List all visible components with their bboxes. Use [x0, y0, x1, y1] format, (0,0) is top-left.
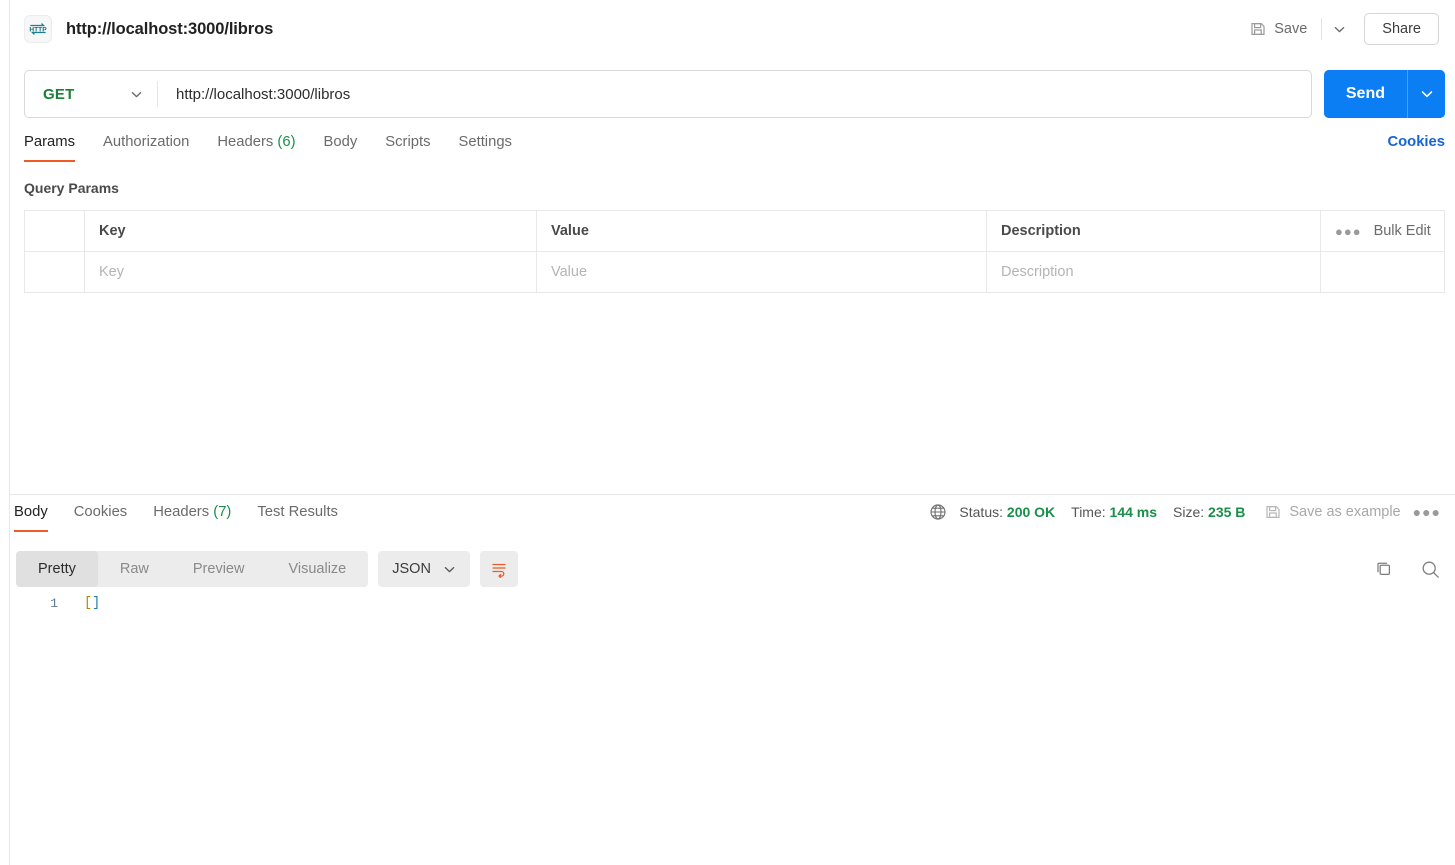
language-chevron-down-icon [443, 563, 456, 576]
table-actions-cell: ●●● Bulk Edit [1321, 211, 1444, 251]
response-tab-body[interactable]: Body [14, 502, 48, 532]
response-ellipsis-icon[interactable]: ●●● [1413, 505, 1441, 519]
column-header-description: Description [987, 211, 1321, 251]
json-open-bracket: [ [84, 596, 93, 611]
response-tab-headers-label: Headers [153, 504, 210, 520]
size-badge: Size: 235 B [1173, 504, 1245, 520]
view-visualize-button[interactable]: Visualize [266, 551, 368, 587]
size-value: 235 B [1208, 504, 1246, 520]
tab-authorization-label: Authorization [102, 134, 190, 150]
response-language-select[interactable]: JSON [378, 551, 470, 587]
tab-authorization[interactable]: Authorization [103, 132, 189, 162]
save-as-example-label: Save as example [1289, 504, 1401, 520]
http-method-label: GET [43, 85, 75, 103]
row-checkbox-cell[interactable] [25, 252, 85, 292]
url-bar-row: GET Send [24, 70, 1445, 118]
response-tab-body-label: Body [14, 504, 48, 520]
tab-params[interactable]: Params [24, 132, 75, 162]
response-view-segmented-control: Pretty Raw Preview Visualize [16, 551, 369, 587]
request-header-bar: HTTP http://localhost:3000/libros Save S… [10, 0, 1455, 58]
status-value: 200 OK [1006, 504, 1056, 520]
code-line: 1 [] [10, 592, 1455, 616]
request-title[interactable]: http://localhost:3000/libros [66, 20, 273, 39]
response-tab-test-results[interactable]: Test Results [257, 502, 338, 532]
http-method-select[interactable]: GET [25, 71, 157, 117]
ellipsis-icon[interactable]: ●●● [1335, 225, 1362, 238]
column-header-value: Value [537, 211, 987, 251]
tab-body[interactable]: Body [324, 132, 358, 162]
response-body-code-editor[interactable]: 1 [] [10, 592, 1455, 865]
response-language-label: JSON [392, 561, 431, 577]
tab-body-label: Body [323, 134, 358, 150]
copy-icon[interactable] [1374, 559, 1394, 579]
param-key-input[interactable]: Key [85, 252, 537, 292]
header-checkbox-cell [25, 211, 85, 251]
http-protocol-icon: HTTP [24, 15, 52, 43]
globe-icon[interactable] [929, 503, 947, 521]
table-header-row: Key Value Description ●●● Bulk Edit [25, 211, 1444, 252]
bulk-edit-button[interactable]: Bulk Edit [1374, 223, 1431, 239]
tab-scripts[interactable]: Scripts [385, 132, 430, 162]
send-options-chevron-down-icon[interactable] [1407, 70, 1445, 118]
floppy-disk-icon [1250, 21, 1266, 37]
save-button[interactable]: Save [1240, 15, 1317, 43]
save-example-floppy-disk-icon [1265, 504, 1281, 520]
postman-app-window: HTTP http://localhost:3000/libros Save S… [0, 0, 1455, 865]
response-tab-bar: Body Cookies Headers (7) Test Results St… [14, 502, 1455, 538]
tab-headers[interactable]: Headers (6) [217, 132, 295, 162]
tab-params-label: Params [24, 134, 75, 150]
url-input-container: GET [24, 70, 1312, 118]
response-tab-cookies-label: Cookies [73, 504, 128, 520]
response-pane-divider [10, 494, 1455, 495]
code-line-number: 1 [50, 596, 58, 611]
query-params-title: Query Params [24, 180, 119, 196]
query-params-table: Key Value Description ●●● Bulk Edit Key … [24, 210, 1445, 293]
save-button-label: Save [1274, 21, 1308, 37]
send-button[interactable]: Send [1323, 70, 1407, 118]
request-tab-bar: Params Authorization Headers (6) Body Sc… [24, 132, 1445, 168]
view-pretty-button[interactable]: Pretty [16, 551, 98, 587]
tab-scripts-label: Scripts [385, 134, 431, 150]
status-label: Status: [959, 504, 1004, 520]
tab-settings[interactable]: Settings [458, 132, 511, 162]
time-label: Time: [1071, 504, 1106, 520]
send-button-group: Send [1323, 70, 1445, 118]
tab-settings-label: Settings [458, 134, 512, 150]
response-tools [1374, 559, 1455, 580]
tab-headers-label: Headers [217, 134, 274, 150]
header-actions: Save Share [1240, 12, 1439, 46]
method-chevron-down-icon [130, 88, 143, 101]
header-divider [1321, 18, 1323, 40]
response-status-bar: Status: 200 OK Time: 144 ms Size: 235 B [929, 502, 1441, 521]
time-value: 144 ms [1109, 504, 1158, 520]
status-badge: Status: 200 OK [959, 504, 1055, 520]
response-tab-headers-count: (7) [213, 504, 232, 520]
table-row[interactable]: Key Value Description [25, 252, 1444, 293]
share-button[interactable]: Share [1364, 13, 1439, 45]
response-tab-headers[interactable]: Headers (7) [153, 502, 231, 532]
response-format-toolbar: Pretty Raw Preview Visualize JSON [16, 550, 1455, 588]
cookies-link[interactable]: Cookies [1387, 132, 1445, 152]
response-tab-cookies[interactable]: Cookies [74, 502, 127, 532]
response-tab-test-results-label: Test Results [257, 504, 338, 520]
view-preview-button[interactable]: Preview [171, 551, 267, 587]
url-input[interactable] [158, 71, 1311, 117]
code-line-content[interactable]: [] [68, 592, 1455, 616]
view-raw-button[interactable]: Raw [98, 551, 171, 587]
json-close-bracket: ] [92, 596, 101, 611]
size-label: Size: [1173, 504, 1205, 520]
param-description-input[interactable]: Description [987, 252, 1321, 292]
column-header-key: Key [85, 211, 537, 251]
save-as-example-button[interactable]: Save as example [1265, 504, 1401, 520]
svg-text:HTTP: HTTP [29, 26, 47, 33]
save-options-chevron-down-icon[interactable] [1326, 15, 1352, 43]
time-badge: Time: 144 ms [1071, 504, 1157, 520]
param-value-input[interactable]: Value [537, 252, 987, 292]
row-actions-cell [1321, 252, 1444, 292]
tab-headers-count: (6) [277, 134, 296, 150]
text-wrap-icon[interactable] [479, 551, 518, 587]
search-icon[interactable] [1420, 559, 1441, 580]
